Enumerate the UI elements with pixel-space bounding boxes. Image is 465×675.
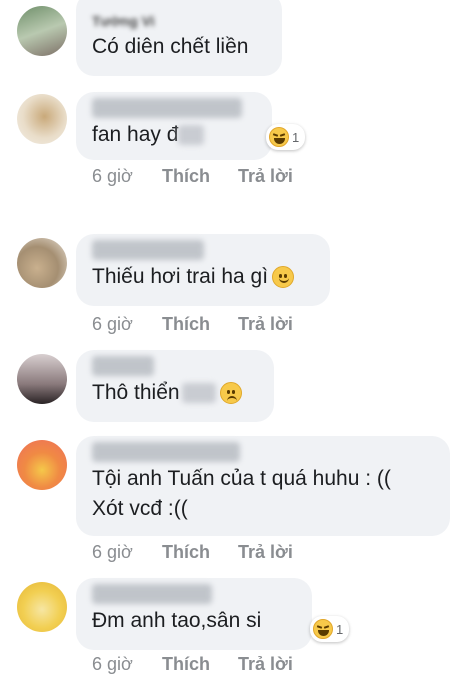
blurred-word — [181, 383, 216, 404]
comment-text: Tội anh Tuấn của t quá huhu : (( Xót vcđ… — [92, 467, 391, 520]
commenter-name[interactable]: Tường Vi — [92, 10, 268, 32]
avatar[interactable] — [17, 6, 67, 56]
comment-bubble: Tường Vi Có diên chết liền — [76, 0, 282, 76]
comment-actions: 6 giờ Thích Trả lời — [92, 314, 293, 335]
comment-text: Thiếu hơi trai ha gì — [92, 265, 269, 288]
timestamp[interactable]: 6 giờ — [92, 166, 162, 187]
avatar[interactable] — [17, 354, 67, 404]
comment-bubble: Tội anh Tuấn của t quá huhu : (( Xót vcđ… — [76, 436, 450, 536]
avatar[interactable] — [17, 440, 67, 490]
smile-emoji-icon — [272, 266, 295, 289]
commenter-name[interactable] — [92, 98, 242, 118]
haha-icon — [313, 619, 333, 639]
haha-icon — [269, 127, 289, 147]
avatar[interactable] — [17, 94, 67, 144]
like-link[interactable]: Thích — [162, 542, 238, 563]
like-link[interactable]: Thích — [162, 166, 238, 187]
comment-text: Thô thiển — [92, 381, 180, 404]
comment-bubble: Thô thiển — [76, 350, 274, 422]
reaction-badge[interactable]: 1 — [266, 124, 306, 150]
reply-link[interactable]: Trả lời — [238, 542, 293, 563]
comment-text: Có diên chết liền — [92, 35, 249, 58]
commenter-name[interactable] — [92, 240, 204, 260]
commenter-name[interactable] — [92, 356, 154, 376]
reaction-badge[interactable]: 1 — [310, 616, 350, 642]
like-link[interactable]: Thích — [162, 654, 238, 675]
comment-actions: 6 giờ Thích Trả lời — [92, 166, 293, 187]
avatar[interactable] — [17, 582, 67, 632]
comment-bubble: Đm anh tao,sân si — [76, 578, 312, 650]
commenter-name[interactable] — [92, 584, 212, 604]
reply-link[interactable]: Trả lời — [238, 314, 293, 335]
comment-bubble: Thiếu hơi trai ha gì — [76, 234, 330, 306]
comment-text: fan hay đ — [92, 123, 179, 146]
reply-link[interactable]: Trả lời — [238, 166, 293, 187]
reply-link[interactable]: Trả lời — [238, 654, 293, 675]
comment-actions: 6 giờ Thích Trả lời — [92, 542, 293, 563]
blurred-word — [178, 125, 205, 146]
timestamp[interactable]: 6 giờ — [92, 314, 162, 335]
sad-emoji-icon — [219, 382, 242, 405]
commenter-name[interactable] — [92, 442, 240, 462]
reaction-count: 1 — [292, 129, 300, 145]
avatar[interactable] — [17, 238, 67, 288]
timestamp[interactable]: 6 giờ — [92, 654, 162, 675]
timestamp[interactable]: 6 giờ — [92, 542, 162, 563]
comment-text: Đm anh tao,sân si — [92, 609, 262, 632]
reaction-count: 1 — [336, 621, 344, 637]
comment-actions: 6 giờ Thích Trả lời — [92, 654, 293, 675]
like-link[interactable]: Thích — [162, 314, 238, 335]
comment-bubble: fan hay đ — [76, 92, 272, 160]
